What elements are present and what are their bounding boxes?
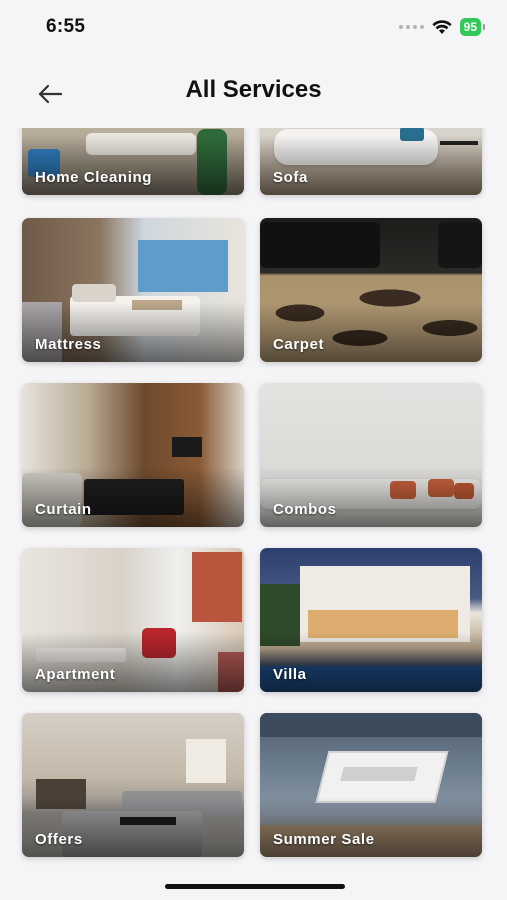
service-label: Curtain [35,501,92,518]
service-label: Summer Sale [273,831,375,848]
services-grid: Home Cleaning Sofa Mattress Carpet Curta… [0,128,507,872]
service-card-apartment[interactable]: Apartment [22,548,244,692]
cellular-signal-icon [398,25,424,29]
service-card-curtain[interactable]: Curtain [22,383,244,527]
battery-icon: 95 [459,18,486,36]
status-bar: 6:55 95 [0,0,507,50]
service-label: Villa [273,666,307,683]
service-label: Offers [35,831,83,848]
service-label: Mattress [35,336,102,353]
service-label: Sofa [273,169,308,186]
status-icons: 95 [398,18,486,36]
page-title: All Services [185,76,322,103]
service-card-mattress[interactable]: Mattress [22,218,244,362]
status-time: 6:55 [46,16,86,37]
service-card-offers[interactable]: Offers [22,713,244,857]
app-header: All Services [0,62,507,118]
service-card-sofa[interactable]: Sofa [260,128,482,195]
service-card-summer-sale[interactable]: Summer Sale [260,713,482,857]
wifi-icon [432,19,452,34]
service-label: Home Cleaning [35,169,152,186]
service-label: Combos [273,501,337,518]
service-card-home-cleaning[interactable]: Home Cleaning [22,128,244,195]
service-card-villa[interactable]: Villa [260,548,482,692]
home-indicator[interactable] [165,884,345,889]
service-label: Carpet [273,336,325,353]
service-card-combos[interactable]: Combos [260,383,482,527]
service-card-carpet[interactable]: Carpet [260,218,482,362]
service-label: Apartment [35,666,116,683]
